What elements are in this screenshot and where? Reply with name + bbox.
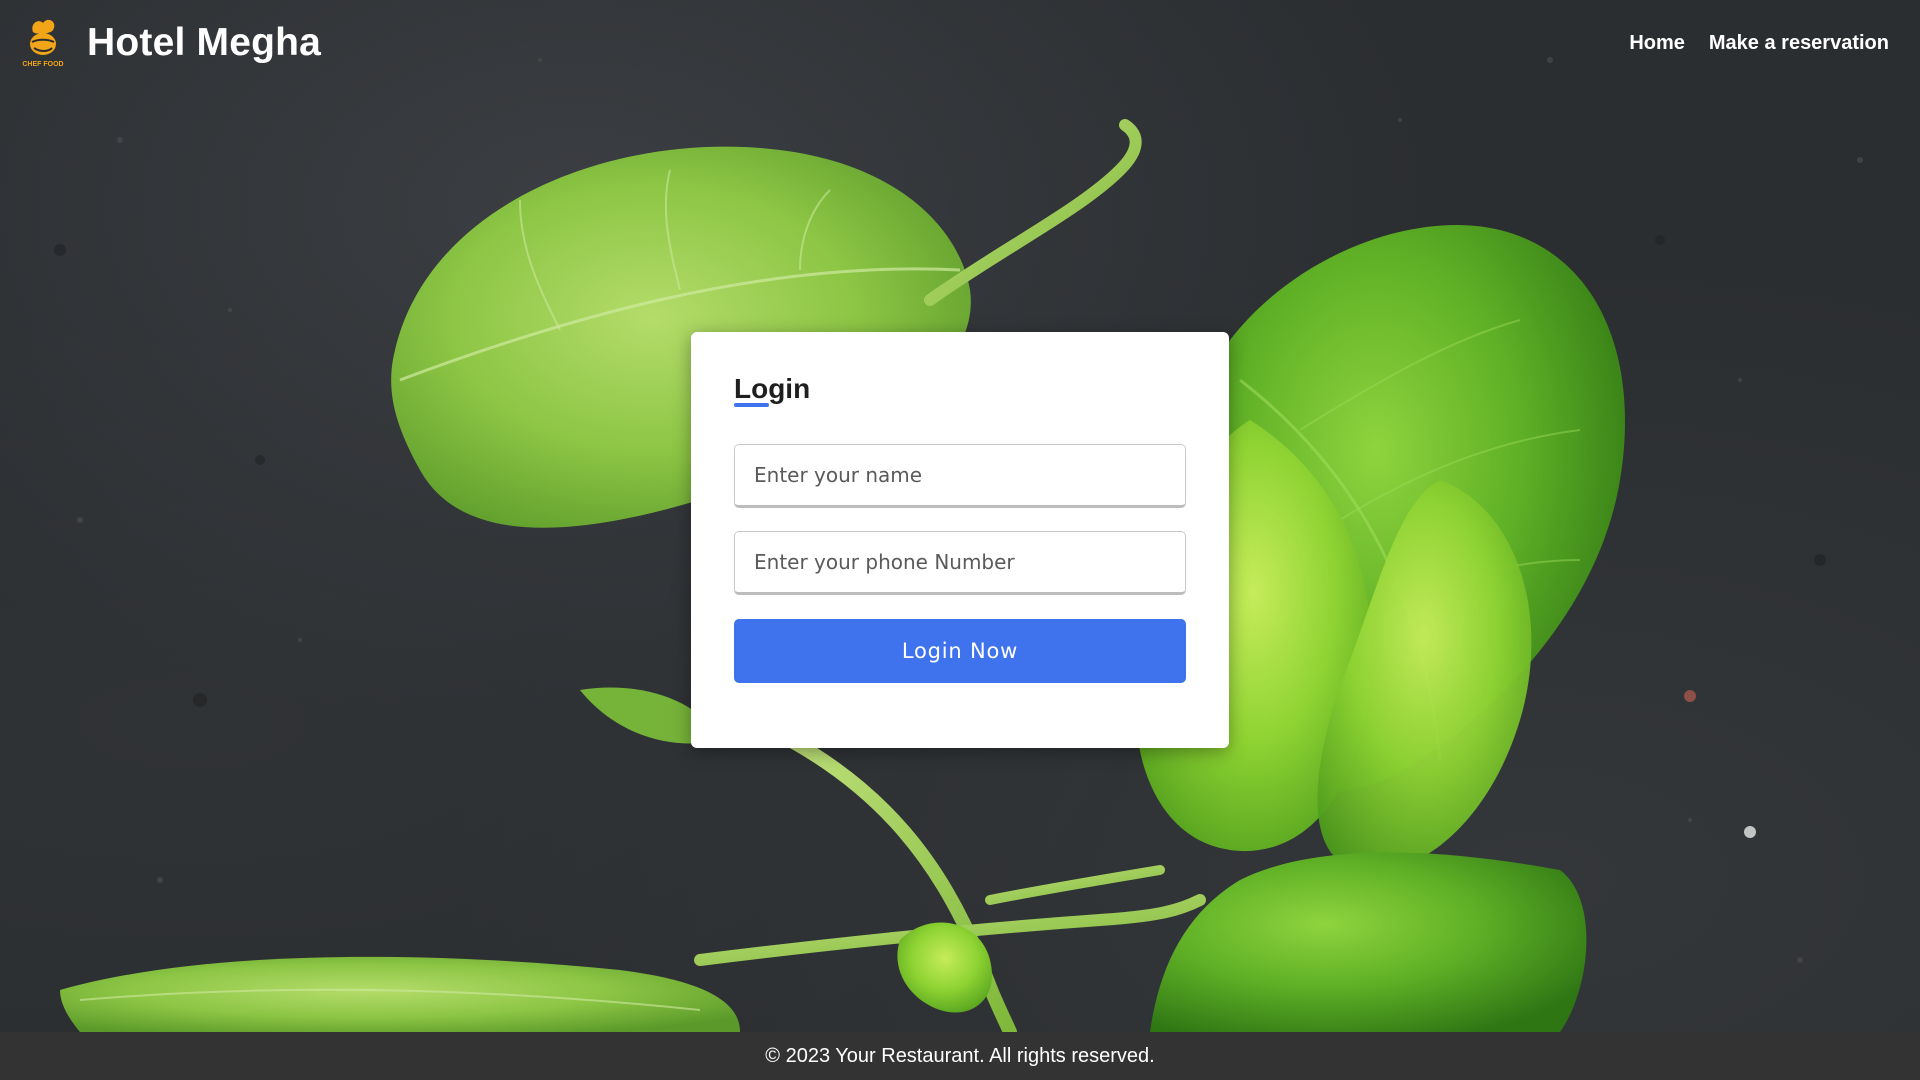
site-footer: © 2023 Your Restaurant. All rights reser… [0, 1032, 1920, 1080]
nav-make-reservation-link[interactable]: Make a reservation [1709, 30, 1889, 56]
copyright-text: © 2023 Your Restaurant. All rights reser… [765, 1045, 1155, 1067]
login-now-button[interactable]: Login Now [734, 619, 1186, 683]
logo-text: CHEF FOOD [22, 61, 63, 68]
site-header: CHEF FOOD Hotel Megha Home Make a reserv… [0, 0, 1920, 86]
logo-graphic: CHEF FOOD [22, 19, 64, 68]
main-nav: Home Make a reservation [1629, 30, 1889, 56]
brand-title[interactable]: Hotel Megha [87, 20, 321, 66]
name-input[interactable] [734, 444, 1186, 508]
title-underline [734, 403, 769, 407]
nav-home-link[interactable]: Home [1629, 30, 1685, 56]
login-title: Login [734, 373, 811, 404]
phone-input[interactable] [734, 531, 1186, 595]
login-card: Login Login Now [691, 332, 1229, 748]
chef-food-logo-icon[interactable]: CHEF FOOD [18, 14, 68, 70]
page: CHEF FOOD Hotel Megha Home Make a reserv… [0, 0, 1920, 1080]
